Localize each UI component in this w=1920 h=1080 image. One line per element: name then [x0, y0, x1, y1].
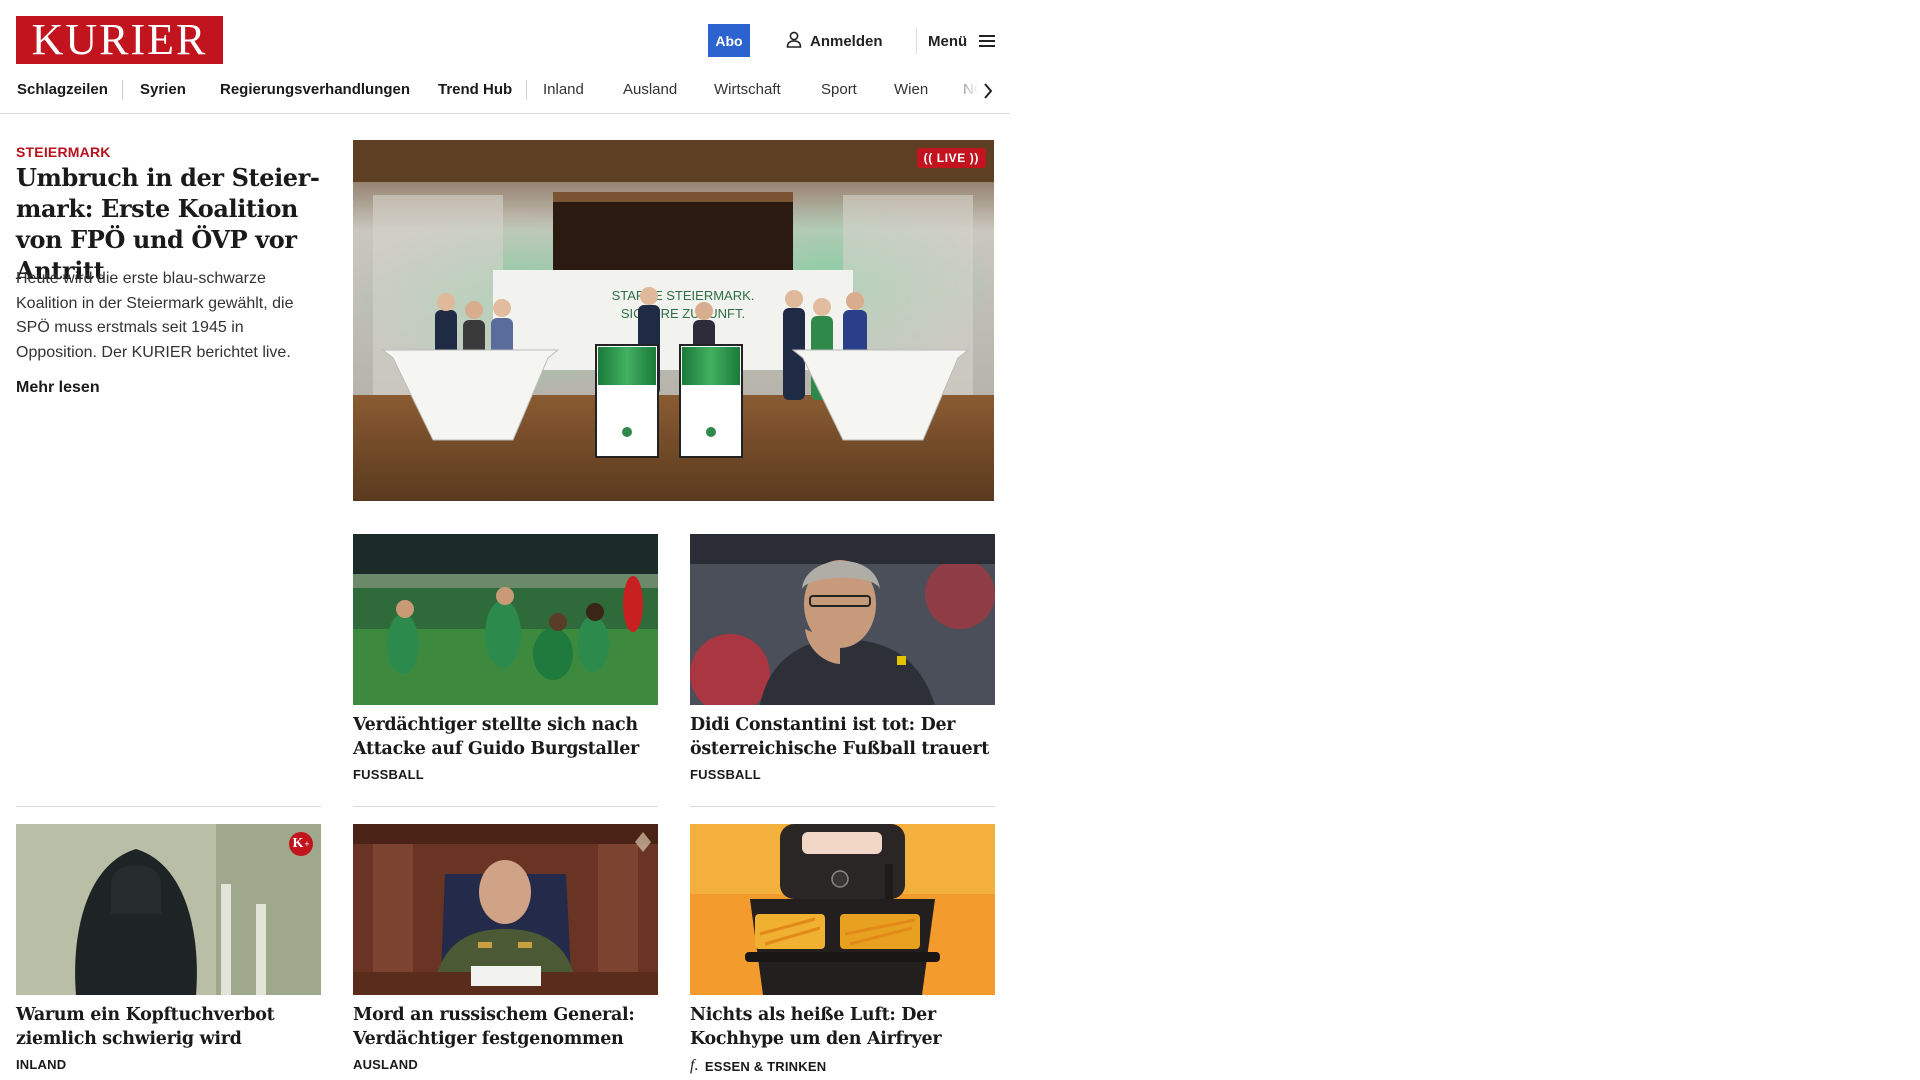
abo-button[interactable]: Abo: [708, 24, 750, 57]
lead-teaser: Heute wird die erste blau-schwarze Koali…: [16, 270, 294, 361]
article-image: [690, 824, 995, 995]
user-icon: [786, 31, 802, 52]
press-conference-image: STARKE STEIERMARK. SICHERE ZUKUNFT.: [353, 140, 994, 501]
airfryer-image: [690, 824, 995, 995]
divider: [16, 806, 321, 807]
divider: [353, 806, 658, 807]
category-label: AUSLAND: [353, 1057, 418, 1072]
chevron-right-icon: [984, 83, 993, 99]
article-category[interactable]: AUSLAND: [353, 1057, 658, 1072]
nav-item-syrien[interactable]: Syrien: [140, 81, 186, 98]
article-card[interactable]: K + Warum ein Kopftuchverbot ziem­lich sc…: [16, 824, 321, 1072]
lead-image[interactable]: STARKE STEIERMARK. SICHERE ZUKUNFT. ((L…: [353, 140, 994, 501]
article-image: [690, 534, 995, 705]
article-category[interactable]: f. ESSEN & TRINKEN: [690, 1057, 995, 1075]
login-button[interactable]: Anmelden: [786, 30, 883, 52]
header-divider: [916, 28, 917, 54]
nav-item-inland[interactable]: Inland: [543, 81, 584, 98]
live-badge: (( LIVE )): [916, 148, 986, 168]
section-nav: Schlagzeilen Syrien Regierungsverhandlun…: [0, 76, 1010, 114]
russian-general-image: [353, 824, 658, 995]
nav-item-ausland[interactable]: Ausland: [623, 81, 677, 98]
nav-scroll-right-button[interactable]: [976, 78, 1000, 104]
nav-item-sport[interactable]: Sport: [821, 81, 857, 98]
nav-separator: [122, 80, 123, 100]
article-headline[interactable]: Mord an russischem General: Ver­dächtige…: [353, 1003, 658, 1051]
page: KURIER Abo Anmelden Menü Schlagzeilen Sy…: [0, 0, 1010, 1080]
article-headline[interactable]: Didi Constantini ist tot: Der öster­reic…: [690, 713, 995, 761]
category-label: FUSSBALL: [690, 767, 761, 782]
article-card[interactable]: Verdächtiger stellte sich nach Atta­cke …: [353, 534, 658, 782]
headscarf-image: [16, 824, 321, 995]
coach-portrait-image: [690, 534, 995, 705]
article-image: [353, 534, 658, 705]
article-category[interactable]: INLAND: [16, 1057, 321, 1072]
kurier-logo[interactable]: KURIER: [16, 16, 223, 64]
lead-kicker[interactable]: STEIERMARK: [16, 144, 111, 160]
article-card[interactable]: Nichts als heiße Luft: Der Koch­hype um …: [690, 824, 995, 1075]
category-label: FUSSBALL: [353, 767, 424, 782]
banner-text-1: STARKE STEIERMARK.: [612, 288, 755, 303]
article-image: [353, 824, 658, 995]
article-category[interactable]: FUSSBALL: [353, 767, 658, 782]
article-card[interactable]: Mord an russischem General: Ver­dächtige…: [353, 824, 658, 1072]
login-label: Anmelden: [810, 32, 883, 50]
category-label: INLAND: [16, 1057, 67, 1072]
nav-item-wien[interactable]: Wien: [894, 81, 928, 98]
article-headline[interactable]: Verdächtiger stellte sich nach Atta­cke …: [353, 713, 658, 761]
fork-icon: f.: [690, 1057, 699, 1074]
article-card[interactable]: Didi Constantini ist tot: Der öster­reic…: [690, 534, 995, 782]
article-category[interactable]: FUSSBALL: [690, 767, 995, 782]
hamburger-icon: [979, 35, 996, 47]
category-label: ESSEN & TRINKEN: [704, 1058, 827, 1074]
nav-item-regierungsverhandlungen[interactable]: Regierungsverhandlungen: [220, 81, 410, 98]
article-headline[interactable]: Nichts als heiße Luft: Der Koch­hype um …: [690, 1003, 995, 1051]
nav-item-wirtschaft[interactable]: Wirtschaft: [714, 81, 781, 98]
read-more-link[interactable]: Mehr lesen: [16, 379, 100, 397]
article-headline[interactable]: Warum ein Kopftuchverbot ziem­lich schwi…: [16, 1003, 321, 1051]
article-image: K +: [16, 824, 321, 995]
nav-separator: [526, 80, 527, 100]
nav-item-trend-hub[interactable]: Trend Hub: [438, 81, 512, 98]
football-training-image: [353, 534, 658, 705]
nav-item-schlagzeilen[interactable]: Schlagzeilen: [17, 81, 108, 98]
divider: [690, 806, 995, 807]
premium-badge-icon: K +: [289, 832, 313, 856]
menu-button[interactable]: Menü: [928, 30, 996, 52]
menu-label: Menü: [928, 32, 968, 50]
